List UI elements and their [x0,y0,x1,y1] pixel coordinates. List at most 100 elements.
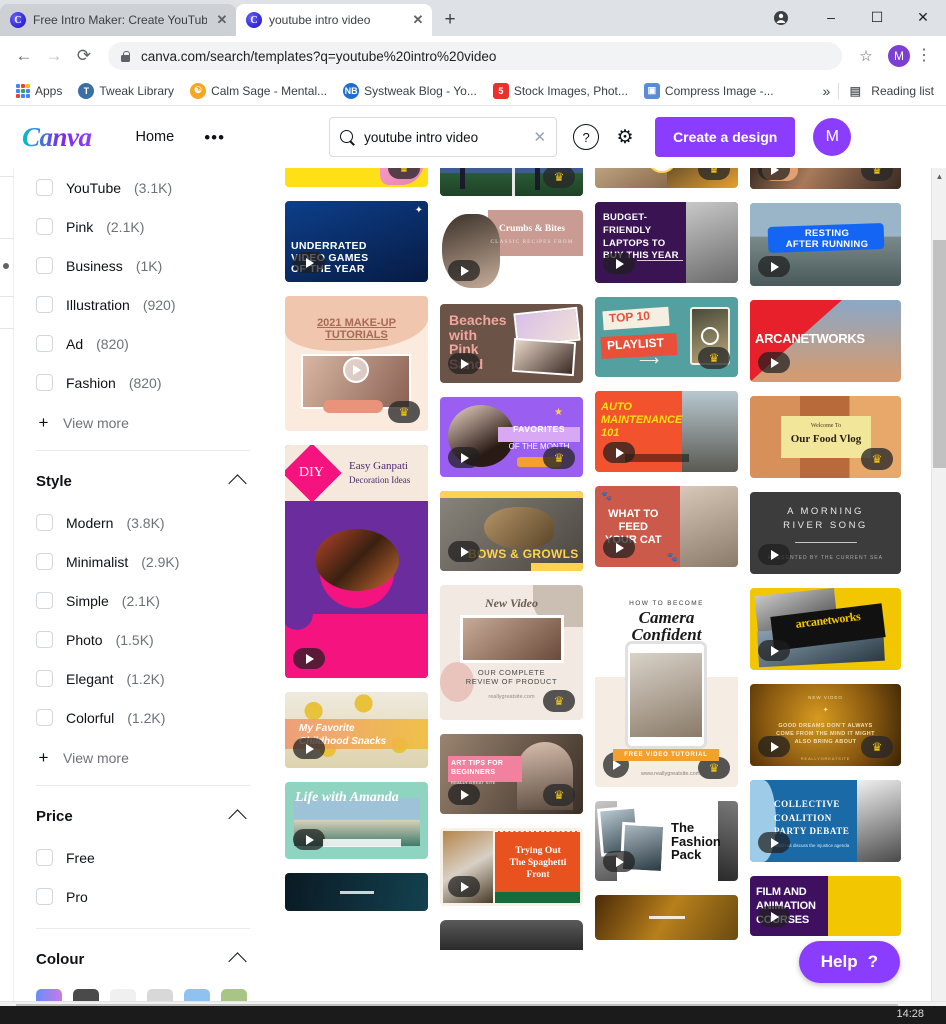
template-card[interactable]: New Video OUR COMPLETEREVIEW OF PRODUCT … [440,585,583,720]
style-section-header[interactable]: Style [36,459,250,503]
template-card[interactable]: A MORNINGRIVER SONG PRESENTED BY THE CUR… [750,492,901,574]
filter-free[interactable]: Free [36,838,250,877]
play-icon[interactable] [758,906,790,927]
template-card[interactable]: arcanetworks [750,588,901,670]
template-card[interactable]: TheFashionPack [595,801,738,881]
template-card[interactable] [595,895,738,940]
checkbox[interactable] [36,374,53,391]
template-card[interactable]: BeacheswithPinkSand [440,304,583,383]
filter-simple[interactable]: Simple (2.1K) [36,581,250,620]
gear-icon[interactable]: ⚙ [613,125,637,149]
style-view-more-button[interactable]: + View more [36,737,250,779]
play-icon[interactable] [603,442,635,463]
template-card[interactable]: NEW VIDEO ✦ GOOD DREAMS DON'T ALWAYSCOME… [750,684,901,766]
filter-youtube[interactable]: YouTube (3.1K) [36,168,250,207]
play-icon[interactable] [448,876,480,897]
reading-list-label[interactable]: Reading list [871,84,934,98]
bookmark-systweak-blog[interactable]: NB Systweak Blog - Yo... [337,80,483,102]
template-card[interactable]: ♛ [440,168,583,196]
template-card[interactable] [440,920,583,950]
play-icon[interactable] [603,253,635,274]
checkbox[interactable] [36,709,53,726]
reload-icon[interactable]: ⟳ [70,42,98,70]
chrome-menu-icon[interactable]: ⋮ [912,48,936,64]
template-card[interactable]: DIY Easy GanpatiDecoration Ideas [285,445,428,678]
create-a-design-button[interactable]: Create a design [655,117,795,157]
filter-colorful[interactable]: Colorful (1.2K) [36,698,250,737]
checkbox[interactable] [36,218,53,235]
bookmark-stock-images[interactable]: 5 Stock Images, Phot... [487,80,634,102]
template-card[interactable]: AUTOMAINTENANCE101 [595,391,738,472]
template-card[interactable]: VS ♛ [595,168,738,188]
template-card[interactable]: Crumbs & Bites CLASSIC RECIPES FROM [440,210,583,290]
checkbox[interactable] [36,849,53,866]
play-icon[interactable] [758,640,790,661]
filter-minimalist[interactable]: Minimalist (2.9K) [36,542,250,581]
template-card[interactable]: BOWS & GROWLS [440,491,583,571]
profile-indicator-icon[interactable] [772,9,790,27]
filter-photo[interactable]: Photo (1.5K) [36,620,250,659]
template-card[interactable]: ♛ [750,168,901,189]
search-input[interactable]: youtube intro video ✕ [329,117,557,157]
checkbox[interactable] [36,670,53,687]
browser-tab-1[interactable]: C Free Intro Maker: Create YouTub ✕ [0,4,236,36]
checkbox[interactable] [36,257,53,274]
template-card[interactable]: TOP 10 PLAYLIST ⟶ ♛ [595,297,738,377]
template-card[interactable]: FAVORITES OF THE MONTH ★ ♛ [440,397,583,477]
chevron-up-icon[interactable] [228,809,246,827]
nav-home-link[interactable]: Home [136,129,175,145]
bookmark-star-icon[interactable]: ☆ [852,42,880,70]
template-card[interactable] [285,873,428,911]
clear-search-icon[interactable]: ✕ [533,128,546,146]
filter-fashion[interactable]: Fashion (820) [36,363,250,402]
close-icon[interactable]: ✕ [214,12,230,28]
vertical-scroll-thumb[interactable] [933,240,946,468]
help-circle-icon[interactable]: ? [573,124,599,150]
help-button[interactable]: Help ? [799,941,900,983]
play-icon[interactable] [448,353,480,374]
play-icon[interactable] [758,168,790,180]
play-icon[interactable] [293,252,325,273]
play-icon[interactable] [758,352,790,373]
play-icon[interactable] [293,738,325,759]
template-card[interactable]: ART TIPS FORBEGINNERS REALLY GREAT SITE … [440,734,583,814]
template-card[interactable]: UNDERRATEDVIDEO GAMESOF THE YEAR ✦ [285,201,428,282]
checkbox[interactable] [36,296,53,313]
template-card[interactable]: BUDGET-FRIENDLYLAPTOPS TOBUY THIS YEAR [595,202,738,283]
play-icon[interactable] [603,851,635,872]
play-icon[interactable] [758,544,790,565]
close-icon[interactable]: ✕ [410,12,426,28]
template-card[interactable]: HOW TO BECOME CameraConfident FREE VIDEO… [595,581,738,787]
scroll-up-arrow-icon[interactable]: ▲ [932,168,946,184]
checkbox[interactable] [36,553,53,570]
address-bar[interactable]: canva.com/search/templates?q=youtube%20i… [108,42,842,70]
browser-tab-2[interactable]: C youtube intro video ✕ [236,4,432,36]
checkbox[interactable] [36,514,53,531]
checkbox[interactable] [36,335,53,352]
bookmarks-overflow-icon[interactable]: » [823,83,831,99]
play-icon[interactable] [448,260,480,281]
template-card[interactable]: My FavoriteChildhood Snacks [285,692,428,768]
template-card[interactable]: ARCANETWORKS [750,300,901,382]
template-card[interactable]: WHAT TOFEEDYOUR CAT 🐾 🐾 [595,486,738,567]
close-window-icon[interactable]: ✕ [900,0,946,34]
maximize-icon[interactable]: ☐ [854,0,900,34]
play-icon[interactable] [293,829,325,850]
template-card[interactable]: RESTINGAFTER RUNNING [750,203,901,286]
checkbox[interactable] [36,631,53,648]
filter-business[interactable]: Business (1K) [36,246,250,285]
template-card[interactable]: COLLECTIVECOALITIONPARTY DEBATE watch us… [750,780,901,862]
bookmark-apps[interactable]: Apps [10,81,68,101]
play-icon[interactable] [293,648,325,669]
page-vertical-scrollbar[interactable]: ▲ ▼ [931,168,946,1019]
play-icon[interactable] [603,537,635,558]
price-section-header[interactable]: Price [36,794,250,838]
new-tab-button[interactable]: + [436,6,464,34]
chevron-up-icon[interactable] [228,474,246,492]
template-card[interactable]: Trying OutThe SpaghettiFront [440,828,583,906]
minimize-icon[interactable]: – [808,0,854,34]
play-icon[interactable] [448,784,480,805]
play-icon[interactable] [758,256,790,277]
play-icon[interactable] [758,736,790,757]
template-card[interactable]: 15 MINUTE HOME WORKOUT ♛ [285,168,428,187]
